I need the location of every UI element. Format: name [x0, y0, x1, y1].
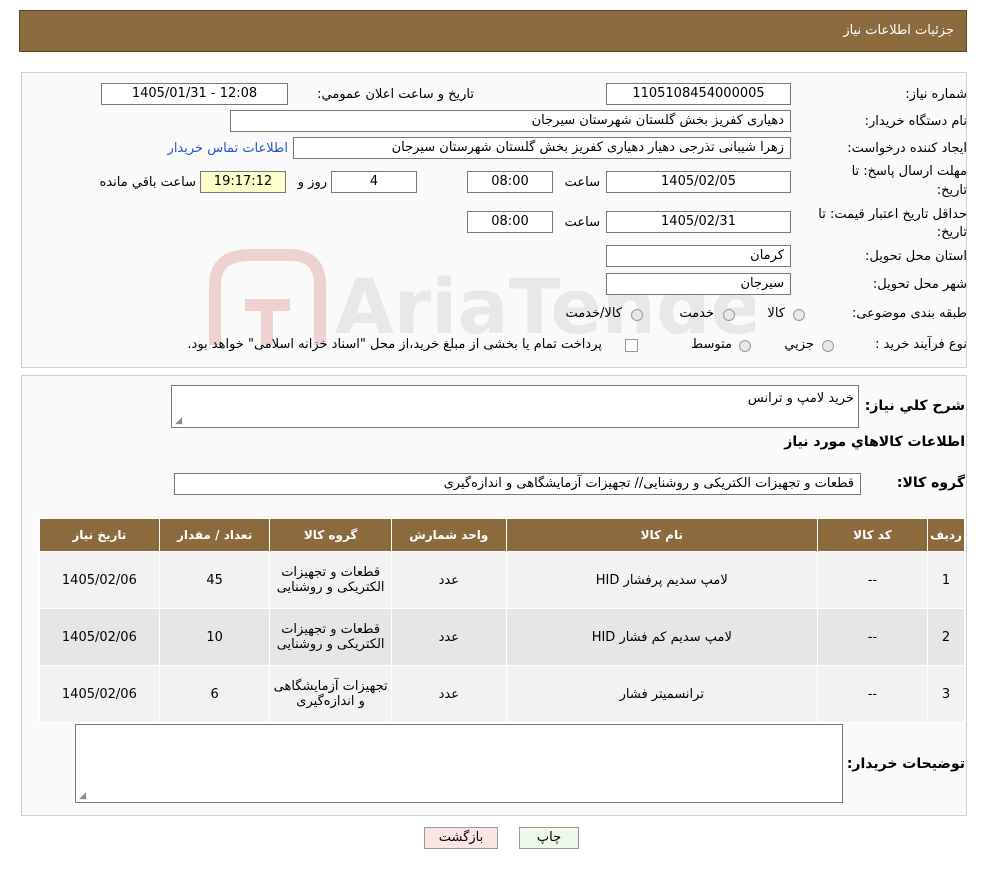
- process-label: نوع فرآيند خريد :: [875, 337, 967, 352]
- col-quantity: تعداد / مقدار: [158, 518, 271, 552]
- requester-field: زهرا شیبانی تذرجی دهیار دهیاری کفریز بخش…: [293, 137, 791, 159]
- description-text: خرید لامپ و ترانس: [747, 391, 854, 406]
- province-field: کرمان: [606, 245, 791, 267]
- buyer-org-label: نام دستگاه خريدار:: [864, 114, 967, 129]
- city-field: سیرجان: [606, 273, 791, 295]
- resize-grip-icon: ◢: [175, 416, 182, 426]
- deadline-label: مهلت ارسال پاسخ: تا: [851, 164, 967, 179]
- cell-code: --: [816, 665, 929, 723]
- page-title: جزئیات اطلاعات نیاز: [843, 23, 954, 38]
- description-field: خرید لامپ و ترانس ◢: [171, 385, 859, 428]
- table-header-row: رديف كد كالا نام كالا واحد شمارش گروه كا…: [39, 518, 965, 552]
- category-option-service: خدمت: [679, 306, 714, 321]
- cell-quantity: 6: [158, 665, 271, 723]
- col-code: كد كالا: [816, 518, 929, 552]
- items-heading: اطلاعات كالاهاي مورد نياز: [784, 434, 965, 450]
- cell-need-date: 1405/02/06: [39, 608, 160, 666]
- table-row: 3 -- ترانسمیتر فشار عدد تجهیزات آزمایشگا…: [39, 665, 965, 723]
- cell-quantity: 10: [158, 608, 271, 666]
- group-label: گروه كالا:: [896, 475, 965, 491]
- description-label: شرح كلي نياز:: [864, 398, 965, 414]
- days-remaining-field: 4: [331, 171, 417, 193]
- cell-group: تجهیزات آزمایشگاهی و اندازه‌گیری: [269, 665, 392, 723]
- back-button[interactable]: بازگشت: [424, 827, 498, 849]
- col-row: رديف: [927, 518, 965, 552]
- group-field: قطعات و تجهیزات الکتریکی و روشنایی// تجه…: [174, 473, 861, 495]
- process-radio-minor[interactable]: [822, 340, 834, 352]
- announce-label: تاریخ و ساعت اعلان عمومي:: [317, 87, 474, 102]
- cell-unit: عدد: [390, 551, 507, 609]
- buyer-org-field: دهیاری کفریز بخش گلستان شهرستان سیرجان: [230, 110, 791, 132]
- cell-row: 3: [927, 665, 965, 723]
- deadline-time-label: ساعت: [564, 175, 600, 190]
- cell-code: --: [816, 551, 929, 609]
- process-option-medium: متوسط: [691, 337, 732, 352]
- cell-row: 2: [927, 608, 965, 666]
- table-row: 2 -- لامپ سدیم کم فشار HID عدد قطعات و ت…: [39, 608, 965, 666]
- category-radio-goods[interactable]: [793, 309, 805, 321]
- col-name: نام كالا: [505, 518, 818, 552]
- category-radio-service[interactable]: [723, 309, 735, 321]
- print-button[interactable]: چاپ: [519, 827, 579, 849]
- process-radio-medium[interactable]: [739, 340, 751, 352]
- resize-grip-icon: ◢: [79, 791, 86, 801]
- validity-label: حداقل تاريخ اعتبار قيمت: تا: [818, 207, 967, 222]
- cell-unit: عدد: [390, 608, 507, 666]
- category-option-goods: كالا: [767, 306, 785, 321]
- cell-need-date: 1405/02/06: [39, 551, 160, 609]
- cell-row: 1: [927, 551, 965, 609]
- buyer-notes-field: ◢: [75, 724, 843, 803]
- payment-note: پرداخت تمام يا بخشی از مبلغ خريد،از محل …: [187, 337, 602, 352]
- cell-need-date: 1405/02/06: [39, 665, 160, 723]
- cell-name: ترانسمیتر فشار: [505, 665, 818, 723]
- validity-date-field: 1405/02/31: [606, 211, 791, 233]
- category-radio-goods-service[interactable]: [631, 309, 643, 321]
- cell-group: قطعات و تجهیزات الکتریکی و روشنایی: [269, 608, 392, 666]
- need-number-label: شماره نیاز:: [905, 87, 967, 102]
- city-label: شهر محل تحويل:: [872, 277, 967, 292]
- cell-group: قطعات و تجهیزات الکتریکی و روشنایی: [269, 551, 392, 609]
- col-group: گروه كالا: [269, 518, 392, 552]
- requester-label: ايجاد كننده درخواست:: [847, 141, 967, 156]
- deadline-time-field: 08:00: [467, 171, 553, 193]
- cell-name: لامپ سدیم کم فشار HID: [505, 608, 818, 666]
- validity-time-field: 08:00: [467, 211, 553, 233]
- announce-datetime-field: 1405/01/31 - 12:08: [101, 83, 288, 105]
- table-row: 1 -- لامپ سدیم پرفشار HID عدد قطعات و تج…: [39, 551, 965, 609]
- validity-date-label: تاريخ:: [936, 225, 967, 240]
- cell-quantity: 45: [158, 551, 271, 609]
- remaining-time-label: ساعت باقي مانده: [99, 175, 196, 190]
- page-header: جزئیات اطلاعات نیاز: [19, 10, 967, 52]
- province-label: استان محل تحويل:: [865, 249, 967, 264]
- col-need-date: تاريخ نياز: [39, 518, 160, 552]
- category-option-goods-service: كالا/خدمت: [565, 306, 622, 321]
- remaining-time-field: 19:17:12: [200, 171, 286, 193]
- treasury-payment-checkbox[interactable]: [625, 339, 638, 352]
- process-option-minor: جزيي: [784, 337, 814, 352]
- cell-unit: عدد: [390, 665, 507, 723]
- buyer-notes-label: توضيحات خريدار:: [846, 756, 965, 772]
- deadline-date-label: تاريخ:: [936, 183, 967, 198]
- need-number-field: 1105108454000005: [606, 83, 791, 105]
- days-label: روز و: [297, 175, 327, 190]
- deadline-date-field: 1405/02/05: [606, 171, 791, 193]
- cell-name: لامپ سدیم پرفشار HID: [505, 551, 818, 609]
- buyer-contact-link[interactable]: اطلاعات تماس خريدار: [154, 141, 288, 156]
- cell-code: --: [816, 608, 929, 666]
- validity-time-label: ساعت: [564, 215, 600, 230]
- items-table: رديف كد كالا نام كالا واحد شمارش گروه كا…: [39, 518, 965, 723]
- col-unit: واحد شمارش: [390, 518, 507, 552]
- category-label: طبقه بندی موضوعی:: [851, 306, 967, 321]
